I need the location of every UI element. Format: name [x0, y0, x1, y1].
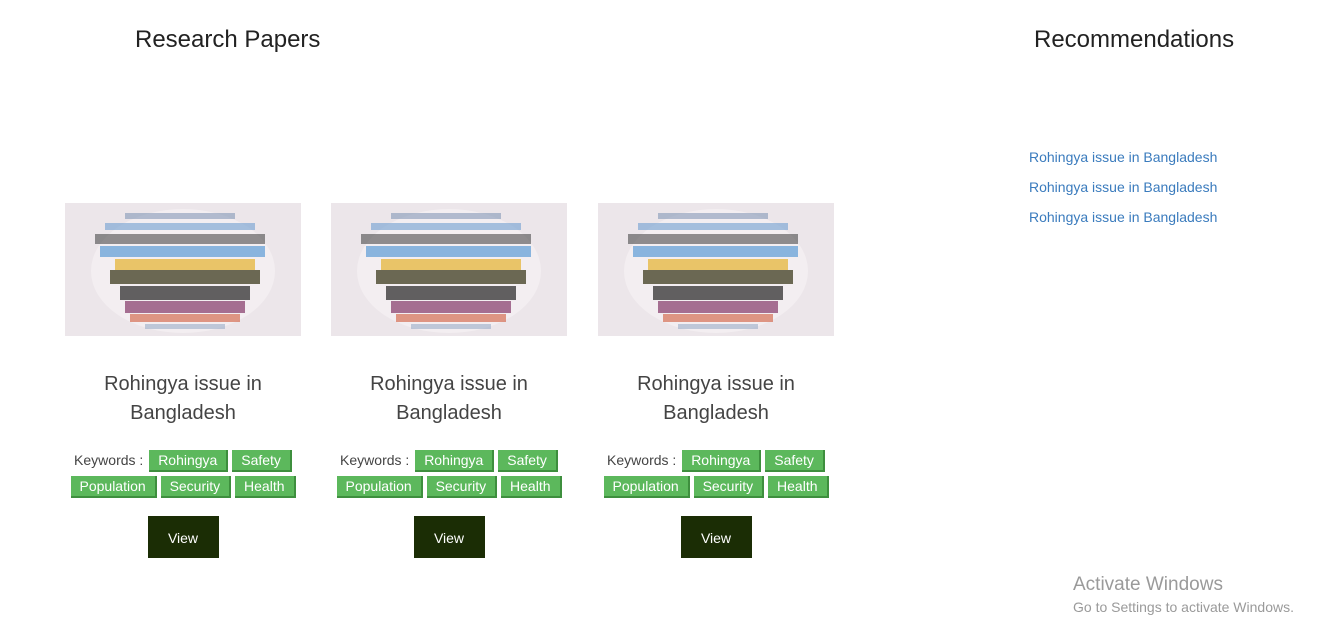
keyword-tag[interactable]: Security: [693, 476, 765, 498]
keyword-tag[interactable]: Rohingya: [682, 450, 762, 472]
keyword-tag[interactable]: Health: [501, 476, 562, 498]
activate-windows-title: Activate Windows: [1073, 574, 1223, 595]
paper-card: Rohingya issue in Bangladesh Keywords : …: [65, 203, 301, 558]
paper-title: Rohingya issue in Bangladesh: [104, 373, 262, 424]
recommendation-link[interactable]: Rohingya issue in Bangladesh: [1029, 202, 1217, 232]
keyword-tag[interactable]: Security: [426, 476, 498, 498]
recommendation-link[interactable]: Rohingya issue in Bangladesh: [1029, 172, 1217, 202]
view-button[interactable]: View: [413, 516, 485, 558]
keyword-tag[interactable]: Safety: [765, 450, 825, 472]
paper-card: Rohingya issue in Bangladesh Keywords : …: [598, 203, 834, 558]
view-button[interactable]: View: [147, 516, 219, 558]
keyword-tag[interactable]: Population: [336, 476, 423, 498]
word-cloud-image: [331, 203, 567, 336]
keywords-list: Keywords : Rohingya Safety Population Se…: [598, 448, 834, 500]
keyword-tag[interactable]: Safety: [498, 450, 558, 472]
keywords-list: Keywords : Rohingya Safety Population Se…: [331, 448, 567, 500]
keywords-list: Keywords : Rohingya Safety Population Se…: [65, 448, 301, 500]
research-papers-heading: Research Papers: [135, 26, 321, 53]
keyword-tag[interactable]: Health: [768, 476, 829, 498]
keyword-tag[interactable]: Rohingya: [415, 450, 495, 472]
word-cloud-image: [65, 203, 301, 336]
activate-windows-subtitle: Go to Settings to activate Windows.: [1073, 599, 1294, 615]
recommendation-link[interactable]: Rohingya issue in Bangladesh: [1029, 142, 1217, 172]
view-button[interactable]: View: [680, 516, 752, 558]
word-cloud-image: [598, 203, 834, 336]
keywords-label: Keywords :: [74, 452, 144, 468]
paper-card: Rohingya issue in Bangladesh Keywords : …: [331, 203, 567, 558]
recommendations-list: Rohingya issue in Bangladesh Rohingya is…: [1029, 142, 1217, 232]
keyword-tag[interactable]: Security: [160, 476, 232, 498]
keyword-tag[interactable]: Health: [235, 476, 296, 498]
keyword-tag[interactable]: Population: [70, 476, 157, 498]
keywords-label: Keywords :: [607, 452, 677, 468]
keyword-tag[interactable]: Safety: [232, 450, 292, 472]
paper-title: Rohingya issue in Bangladesh: [637, 373, 795, 424]
keyword-tag[interactable]: Population: [603, 476, 690, 498]
paper-title: Rohingya issue in Bangladesh: [370, 373, 528, 424]
keywords-label: Keywords :: [340, 452, 410, 468]
recommendations-heading: Recommendations: [1034, 26, 1235, 53]
keyword-tag[interactable]: Rohingya: [149, 450, 229, 472]
activate-windows-watermark: Activate Windows Go to Settings to activ…: [1073, 574, 1294, 618]
